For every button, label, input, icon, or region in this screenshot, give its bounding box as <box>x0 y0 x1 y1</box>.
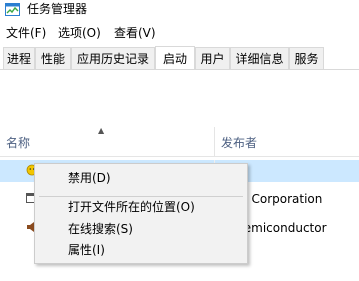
menu-file[interactable]: 文件(F) <box>6 24 46 42</box>
tab-users[interactable]: 用户 <box>195 47 230 69</box>
context-menu-separator <box>39 196 243 197</box>
column-separator[interactable] <box>214 127 215 157</box>
context-menu-disable[interactable]: 禁用(D) <box>68 169 111 187</box>
menu-view[interactable]: 查看(V) <box>114 24 156 42</box>
tab-startup[interactable]: 启动 <box>155 46 195 69</box>
title-bar: 任务管理器 <box>0 0 359 22</box>
tab-strip: 进程 性能 应用历史记录 启动 用户 详细信息 服务 <box>0 46 359 70</box>
column-header <box>0 127 359 157</box>
task-manager-window: 任务管理器 文件(F) 选项(O) 查看(V) 进程 性能 应用历史记录 启动 … <box>0 0 359 281</box>
context-menu-search-online[interactable]: 在线搜索(S) <box>68 220 133 238</box>
tab-strip-border <box>0 69 359 70</box>
tab-details[interactable]: 详细信息 <box>230 47 289 69</box>
column-name-header[interactable]: 名称 <box>6 135 30 151</box>
tab-performance[interactable]: 性能 <box>35 47 71 69</box>
sort-ascending-icon: ▲ <box>98 126 105 135</box>
context-menu-properties[interactable]: 属性(I) <box>68 241 105 259</box>
tab-services[interactable]: 服务 <box>289 47 324 69</box>
task-manager-icon <box>5 3 20 16</box>
menu-options[interactable]: 选项(O) <box>58 24 101 42</box>
tab-processes[interactable]: 进程 <box>3 47 35 69</box>
column-publisher-header[interactable]: 发布者 <box>221 135 257 151</box>
context-menu: 禁用(D) 打开文件所在的位置(O) 在线搜索(S) 属性(I) <box>34 163 248 264</box>
window-title: 任务管理器 <box>27 2 88 16</box>
tab-app-history[interactable]: 应用历史记录 <box>71 47 155 69</box>
header-divider <box>0 156 359 157</box>
context-menu-open-file-location[interactable]: 打开文件所在的位置(O) <box>68 198 195 216</box>
